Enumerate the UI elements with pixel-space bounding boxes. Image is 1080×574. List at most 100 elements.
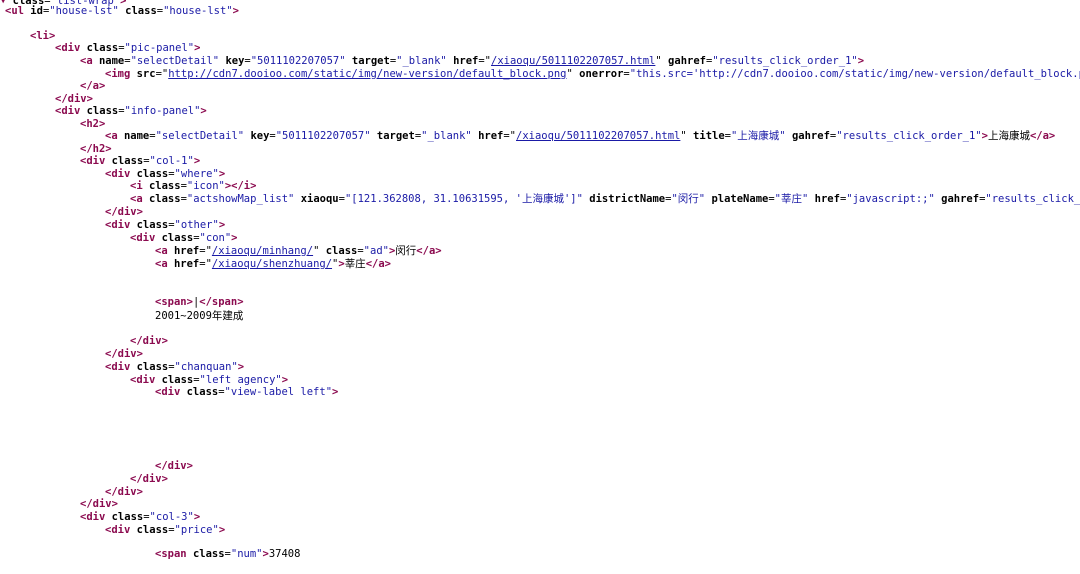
attribute-name: id (30, 5, 43, 17)
attribute-name: class (325, 245, 358, 257)
attribute-name: gahref (668, 55, 706, 67)
tag-token: > (193, 155, 201, 167)
tag-token: </a> (80, 80, 106, 92)
attribute-name: class (186, 386, 219, 398)
tag-token: <span> (155, 296, 193, 308)
source-line: <span>|</span> (155, 296, 244, 309)
tag-token: > (194, 42, 201, 54)
html-source-view[interactable]: ▾ class="list-wrap"> <ul id="house-lst" c… (0, 0, 1080, 574)
attribute-name: districtName (589, 193, 666, 205)
source-line: <h2> (80, 118, 105, 131)
attribute-name: href (814, 193, 840, 205)
attribute-name: gahref (941, 193, 980, 205)
attribute-value: "selectDetail" (155, 130, 245, 142)
source-line: <div class="view-label left"> (155, 386, 338, 399)
tag-token: > (200, 105, 207, 117)
attribute-value: "[121.362808, 31.10631595, '上海康城']" (344, 193, 583, 205)
text-token: 莘庄 (344, 258, 366, 270)
attribute-value: "chanquan" (174, 361, 238, 373)
attribute-value: "other" (174, 219, 219, 231)
attribute-value: "num" (230, 548, 263, 560)
source-link[interactable]: http://cdn7.dooioo.com/static/img/new-ve… (168, 68, 566, 80)
attribute-name: plateName (711, 193, 769, 205)
attribute-name: class (161, 374, 194, 386)
attribute-value: "actshowMap_list" (186, 193, 295, 205)
source-line: <div class="col-1"> (80, 155, 200, 168)
attribute-name: src (136, 68, 156, 80)
attribute-value: "info-panel" (124, 105, 201, 117)
attribute-name: href (453, 55, 479, 67)
source-line: <ul id="house-lst" class="house-lst"> (5, 5, 239, 18)
tag-token: <div (105, 168, 137, 180)
attribute-value: "_blank" (421, 130, 472, 142)
source-line: </div> (80, 498, 118, 511)
source-line: </div> (130, 473, 168, 486)
attribute-name: class (136, 524, 169, 536)
source-link[interactable]: /xiaoqu/shenzhuang/ (212, 258, 332, 270)
attribute-name: class (86, 105, 119, 117)
attribute-name: class (136, 219, 169, 231)
attribute-value: "闵行" (671, 193, 706, 205)
source-line: <span class="num">37408 (155, 548, 300, 561)
source-line: </a> (80, 80, 105, 93)
tag-token: <div (55, 42, 87, 54)
text-token: =" (199, 258, 212, 270)
tag-token: <a (80, 55, 99, 67)
tag-token: <div (130, 232, 162, 244)
attribute-value: "con" (199, 232, 232, 244)
attribute-value: "house-lst" (49, 5, 119, 17)
source-link[interactable]: /xiaoqu/5011102207057.html (491, 55, 655, 67)
attribute-value: "_blank" (396, 55, 447, 67)
tag-token: <i (130, 180, 149, 192)
attribute-value: "5011102207057" (250, 55, 346, 67)
attribute-name: key (225, 55, 245, 67)
tag-token: <div (105, 219, 137, 231)
tag-token: </span> (199, 296, 244, 308)
tag-token: > (218, 168, 226, 180)
tag-token: <a (155, 245, 174, 257)
attribute-value: "莘庄" (774, 193, 809, 205)
tag-token: ></i> (224, 180, 257, 192)
source-link[interactable]: /xiaoqu/5011102207057.html (516, 130, 680, 142)
attribute-value: "icon" (186, 180, 225, 192)
text-token: 2001~2009年建成 (155, 310, 244, 322)
tag-token: <div (80, 155, 112, 167)
attribute-value: "pic-panel" (124, 42, 195, 54)
attribute-name: class (148, 180, 181, 192)
attribute-value: "view-label left" (224, 386, 333, 398)
tag-token: </a> (416, 245, 442, 257)
attribute-name: gahref (791, 130, 830, 142)
tag-token: </a> (1029, 130, 1056, 142)
text-token: =" (199, 245, 212, 257)
tag-token: <div (155, 386, 187, 398)
tag-token: > (218, 219, 226, 231)
attribute-value: "price" (174, 524, 219, 536)
tag-token: </a> (365, 258, 391, 270)
tag-token: <ul (5, 5, 31, 17)
tag-token: > (332, 386, 339, 398)
tag-token: <a (130, 193, 149, 205)
source-line: <a class="actshowMap_list" xiaoqu="[121.… (130, 193, 1080, 206)
source-line: 2001~2009年建成 (155, 310, 243, 323)
source-line: </div> (105, 206, 143, 219)
attribute-name: href (173, 245, 200, 257)
tag-token: </div> (55, 93, 93, 105)
text-token: 闵行 (395, 245, 417, 257)
source-link[interactable]: /xiaoqu/minhang/ (212, 245, 313, 257)
attribute-value: "ad" (363, 245, 389, 257)
tag-token: <li> (30, 30, 56, 42)
tag-token: > (193, 511, 201, 523)
attribute-value: "results_click_order_1" (712, 55, 858, 67)
attribute-name: onerror (579, 68, 624, 80)
source-line: <div class="info-panel"> (55, 105, 207, 118)
tag-token: <div (105, 361, 137, 373)
source-line: <div class="col-3"> (80, 511, 200, 524)
attribute-value: "left agency" (199, 374, 282, 386)
attribute-name: class (148, 193, 181, 205)
attribute-name: class (136, 168, 169, 180)
text-token: =" (503, 130, 517, 142)
attribute-name: target (376, 130, 415, 142)
tag-token: </div> (155, 460, 193, 472)
attribute-value: "col-1" (149, 155, 194, 167)
attribute-name: class (86, 42, 119, 54)
